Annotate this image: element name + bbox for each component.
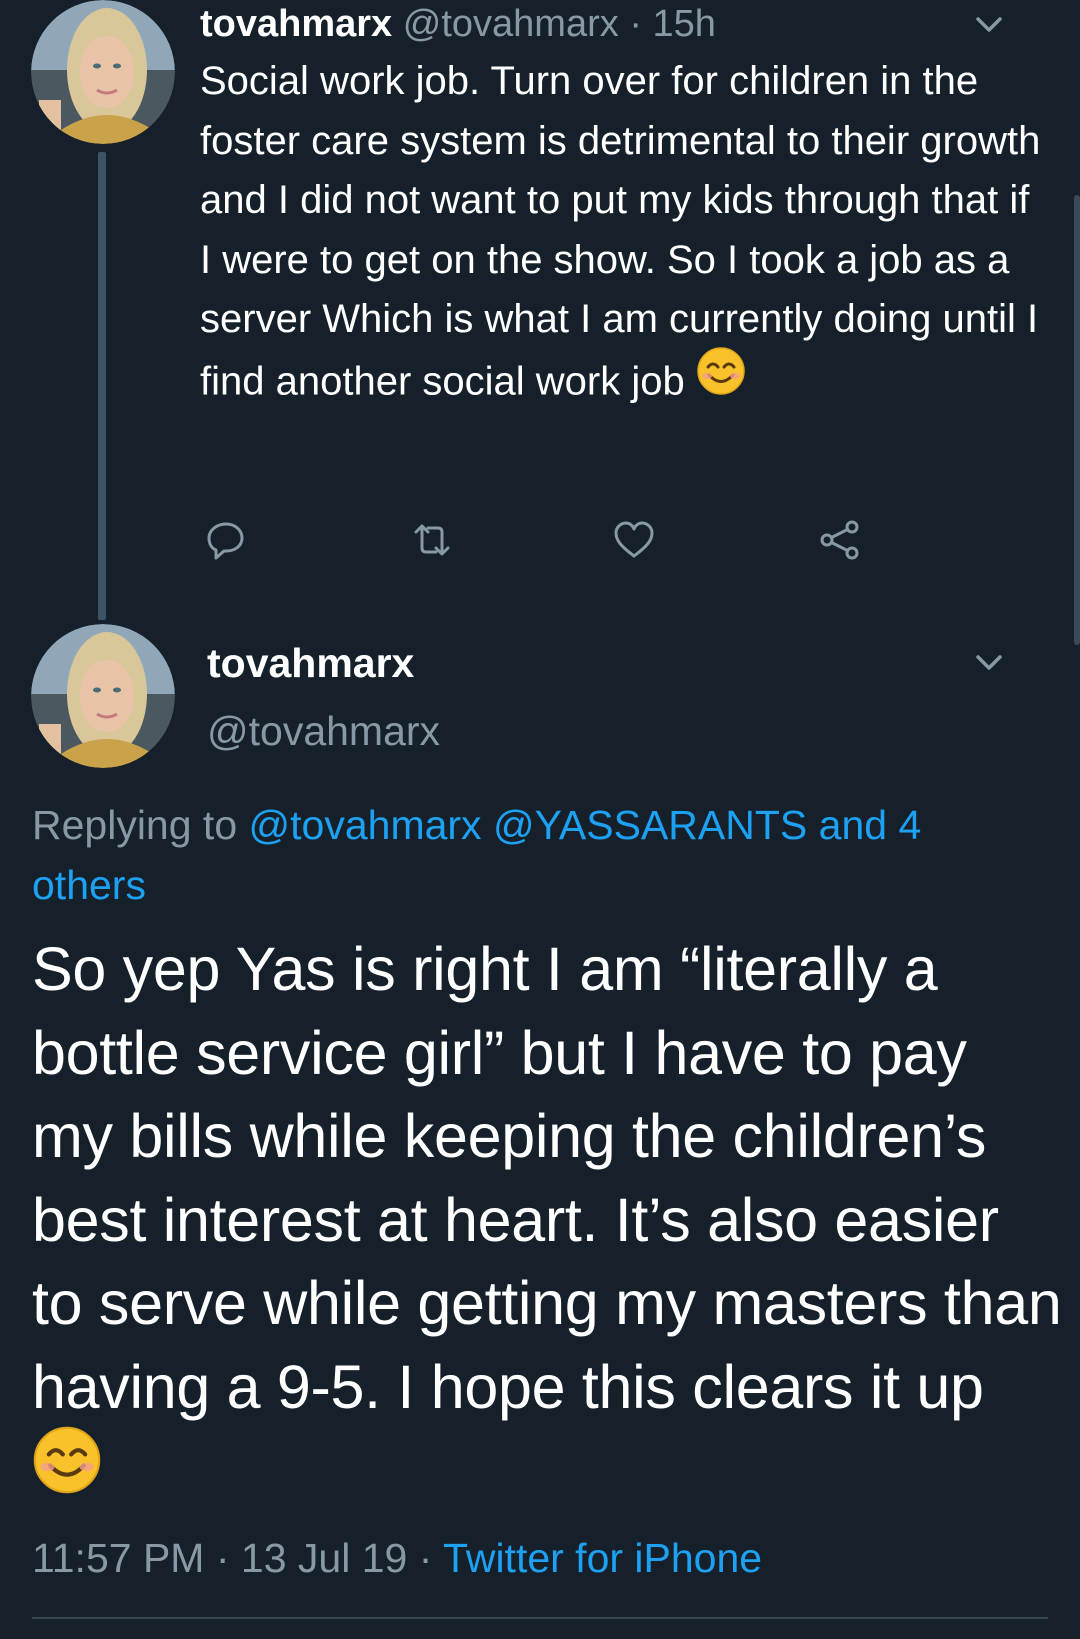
display-name[interactable]: tovahmarx [200, 3, 392, 45]
like-icon[interactable] [612, 518, 656, 562]
reply-mention-link[interactable]: @YASSARANTS [493, 802, 807, 848]
tweet-source-link[interactable]: Twitter for iPhone [443, 1535, 762, 1581]
meta-separator: · [418, 1535, 433, 1581]
profile-photo [31, 624, 175, 768]
chevron-down-icon[interactable] [972, 646, 1006, 680]
replying-to-line: Replying to @tovahmarx @YASSARANTS and 4… [32, 795, 1032, 915]
tweet-time-ago[interactable]: 15h [653, 3, 716, 45]
smiling-face-emoji [32, 1425, 102, 1517]
replying-to-label: Replying to [32, 802, 238, 848]
reply-mention-link[interactable]: @tovahmarx [249, 802, 482, 848]
share-icon[interactable] [818, 518, 862, 562]
tweet-actions-bar [0, 518, 1080, 562]
tweet-thread-screen: tovahmarx @tovahmarx · 15h Social work j… [0, 0, 1080, 1639]
retweet-icon[interactable] [410, 518, 454, 562]
tweet-meta-line: 11:57 PM · 13 Jul 19 · Twitter for iPhon… [32, 1532, 762, 1584]
display-name[interactable]: tovahmarx [207, 638, 414, 688]
tweet-text: So yep Yas is right I am “literally a bo… [32, 928, 1062, 1521]
smiling-face-emoji [696, 346, 746, 414]
handle[interactable]: @tovahmarx [403, 3, 619, 45]
reply-icon[interactable] [204, 518, 248, 562]
tweet-time[interactable]: 11:57 PM [32, 1535, 204, 1581]
tweet-date[interactable]: 13 Jul 19 [241, 1535, 407, 1581]
handle[interactable]: @tovahmarx [207, 706, 440, 756]
tweet-text: Social work job. Turn over for children … [200, 52, 1050, 417]
chevron-down-icon[interactable] [972, 8, 1006, 42]
avatar[interactable] [31, 0, 175, 144]
scrollbar[interactable] [1074, 195, 1080, 645]
meta-separator: · [215, 1535, 230, 1581]
meta-separator: · [629, 3, 642, 45]
tweet-header: tovahmarx @tovahmarx · 15h [200, 2, 716, 46]
tweet-text-body: So yep Yas is right I am “literally a bo… [32, 935, 1062, 1421]
tweet-text-body: Social work job. Turn over for children … [200, 59, 1041, 403]
divider [32, 1617, 1048, 1619]
profile-photo [31, 0, 175, 144]
avatar[interactable] [31, 624, 175, 768]
